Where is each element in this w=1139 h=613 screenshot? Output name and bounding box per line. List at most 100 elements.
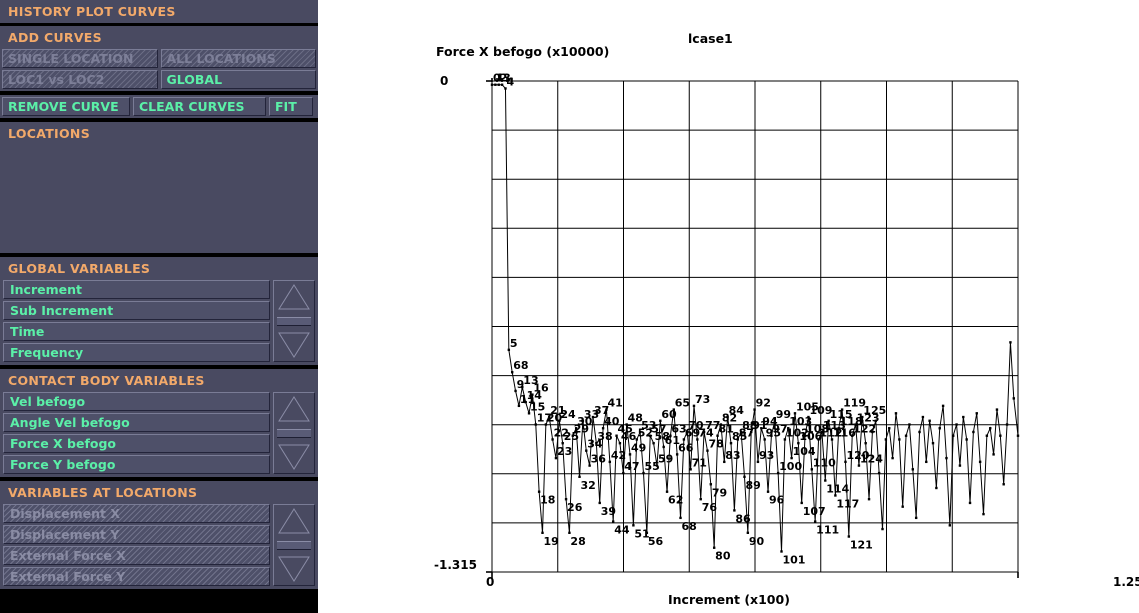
- svg-text:121: 121: [850, 539, 873, 552]
- svg-text:71: 71: [692, 456, 707, 469]
- global-button[interactable]: GLOBAL: [160, 70, 316, 89]
- svg-text:84: 84: [729, 404, 745, 417]
- svg-text:62: 62: [668, 494, 683, 507]
- svg-text:93: 93: [759, 449, 774, 462]
- svg-text:68: 68: [682, 520, 697, 533]
- global-variable-frequency[interactable]: Frequency: [3, 343, 270, 362]
- scroll-up-arrow-icon[interactable]: [276, 507, 312, 535]
- svg-text:90: 90: [749, 535, 765, 548]
- svg-text:122: 122: [853, 423, 876, 436]
- svg-text:117: 117: [836, 497, 859, 510]
- contact-variable-vel-befogo[interactable]: Vel befogo: [3, 392, 270, 411]
- svg-text:49: 49: [631, 441, 646, 454]
- all-locations-button[interactable]: ALL LOCATIONS: [160, 49, 316, 68]
- variables-at-locations-heading: VARIABLES AT LOCATIONS: [8, 485, 198, 500]
- svg-text:16: 16: [533, 382, 549, 395]
- svg-text:44: 44: [614, 524, 630, 537]
- svg-text:114: 114: [826, 483, 849, 496]
- scroll-up-arrow-icon[interactable]: [276, 283, 312, 311]
- location-variable-displacement-y[interactable]: Displacement Y: [3, 525, 270, 544]
- locations-heading: LOCATIONS: [8, 126, 90, 141]
- remove-curve-button[interactable]: REMOVE CURVE: [2, 97, 130, 116]
- svg-text:59: 59: [658, 453, 673, 466]
- svg-text:26: 26: [567, 501, 583, 514]
- contact-body-variables-list-wrap: Vel befogo Angle Vel befogo Force X befo…: [0, 392, 318, 477]
- add-curves-row-1: SINGLE LOCATION ALL LOCATIONS: [0, 49, 318, 70]
- svg-text:76: 76: [702, 501, 718, 514]
- location-variable-external-force-x[interactable]: External Force X: [3, 546, 270, 565]
- global-variables-list: Increment Sub Increment Time Frequency: [3, 280, 270, 362]
- global-variables-list-wrap: Increment Sub Increment Time Frequency: [0, 280, 318, 365]
- svg-text:101: 101: [783, 553, 806, 566]
- svg-text:56: 56: [648, 535, 664, 548]
- svg-text:107: 107: [803, 505, 826, 518]
- history-plot-curves-window: HISTORY PLOT CURVES ADD CURVES SINGLE LO…: [0, 0, 318, 613]
- global-variables-panel: GLOBAL VARIABLES Increment Sub Increment…: [0, 257, 318, 365]
- global-variables-scrollbar[interactable]: [273, 280, 315, 362]
- svg-text:80: 80: [715, 550, 731, 563]
- location-variable-displacement-x[interactable]: Displacement X: [3, 504, 270, 523]
- scroll-up-arrow-icon[interactable]: [276, 395, 312, 423]
- add-curves-panel: ADD CURVES SINGLE LOCATION ALL LOCATIONS…: [0, 26, 318, 91]
- contact-body-variables-heading: CONTACT BODY VARIABLES: [8, 373, 205, 388]
- svg-text:73: 73: [695, 393, 710, 406]
- svg-text:83: 83: [725, 449, 740, 462]
- svg-text:23: 23: [557, 445, 572, 458]
- variables-at-locations-panel: VARIABLES AT LOCATIONS Displacement X Di…: [0, 481, 318, 589]
- add-curves-row-2: LOC1 vs LOC2 GLOBAL: [0, 70, 318, 91]
- scrollbar-thumb[interactable]: [277, 316, 311, 326]
- scrollbar-thumb[interactable]: [277, 540, 311, 550]
- svg-text:125: 125: [863, 404, 886, 417]
- contact-body-variables-list: Vel befogo Angle Vel befogo Force X befo…: [3, 392, 270, 474]
- fit-button[interactable]: FIT: [269, 97, 313, 116]
- variables-at-locations-scrollbar[interactable]: [273, 504, 315, 586]
- global-variable-increment[interactable]: Increment: [3, 280, 270, 299]
- svg-text:110: 110: [813, 456, 836, 469]
- svg-text:39: 39: [601, 505, 616, 518]
- page-title: HISTORY PLOT CURVES: [8, 4, 176, 19]
- loc1-vs-loc2-button[interactable]: LOC1 vs LOC2: [2, 70, 158, 89]
- svg-text:38: 38: [597, 430, 612, 443]
- scroll-down-arrow-icon[interactable]: [276, 331, 312, 359]
- svg-text:19: 19: [543, 535, 558, 548]
- history-plot-canvas[interactable]: lcase1 Force X befogo (x10000) Increment…: [318, 0, 1139, 613]
- chart-svg: 0123456891113141516171819202122232425262…: [486, 72, 1020, 578]
- svg-text:47: 47: [624, 460, 639, 473]
- scroll-down-arrow-icon[interactable]: [276, 443, 312, 471]
- contact-variable-force-x-befogo[interactable]: Force X befogo: [3, 434, 270, 453]
- locations-list[interactable]: [0, 145, 318, 253]
- svg-text:24: 24: [560, 408, 576, 421]
- clear-curves-button[interactable]: CLEAR CURVES: [133, 97, 266, 116]
- locations-panel: LOCATIONS: [0, 122, 318, 253]
- svg-text:124: 124: [860, 453, 883, 466]
- add-curves-heading: ADD CURVES: [8, 30, 102, 45]
- svg-text:100: 100: [779, 460, 802, 473]
- svg-text:28: 28: [570, 535, 585, 548]
- global-variable-sub-increment[interactable]: Sub Increment: [3, 301, 270, 320]
- svg-text:32: 32: [581, 479, 596, 492]
- curve-actions-row: REMOVE CURVE CLEAR CURVES FIT: [0, 97, 318, 118]
- single-location-button[interactable]: SINGLE LOCATION: [2, 49, 158, 68]
- contact-variable-angle-vel-befogo[interactable]: Angle Vel befogo: [3, 413, 270, 432]
- svg-text:96: 96: [769, 494, 785, 507]
- svg-text:92: 92: [756, 397, 771, 410]
- variables-at-locations-list-wrap: Displacement X Displacement Y External F…: [0, 504, 318, 589]
- window-title-panel: HISTORY PLOT CURVES: [0, 0, 318, 23]
- scroll-down-arrow-icon[interactable]: [276, 555, 312, 583]
- svg-text:4: 4: [506, 75, 514, 88]
- svg-text:5: 5: [510, 337, 518, 350]
- variables-at-locations-list: Displacement X Displacement Y External F…: [3, 504, 270, 586]
- svg-text:65: 65: [675, 397, 690, 410]
- contact-variable-force-y-befogo[interactable]: Force Y befogo: [3, 455, 270, 474]
- svg-text:79: 79: [712, 486, 727, 499]
- svg-text:60: 60: [661, 408, 677, 421]
- scrollbar-thumb[interactable]: [277, 428, 311, 438]
- svg-text:89: 89: [745, 479, 760, 492]
- global-variable-time[interactable]: Time: [3, 322, 270, 341]
- location-variable-external-force-y[interactable]: External Force Y: [3, 567, 270, 586]
- svg-text:41: 41: [607, 397, 622, 410]
- svg-text:36: 36: [591, 453, 607, 466]
- svg-text:111: 111: [816, 524, 839, 537]
- svg-text:86: 86: [735, 512, 751, 525]
- contact-body-variables-scrollbar[interactable]: [273, 392, 315, 474]
